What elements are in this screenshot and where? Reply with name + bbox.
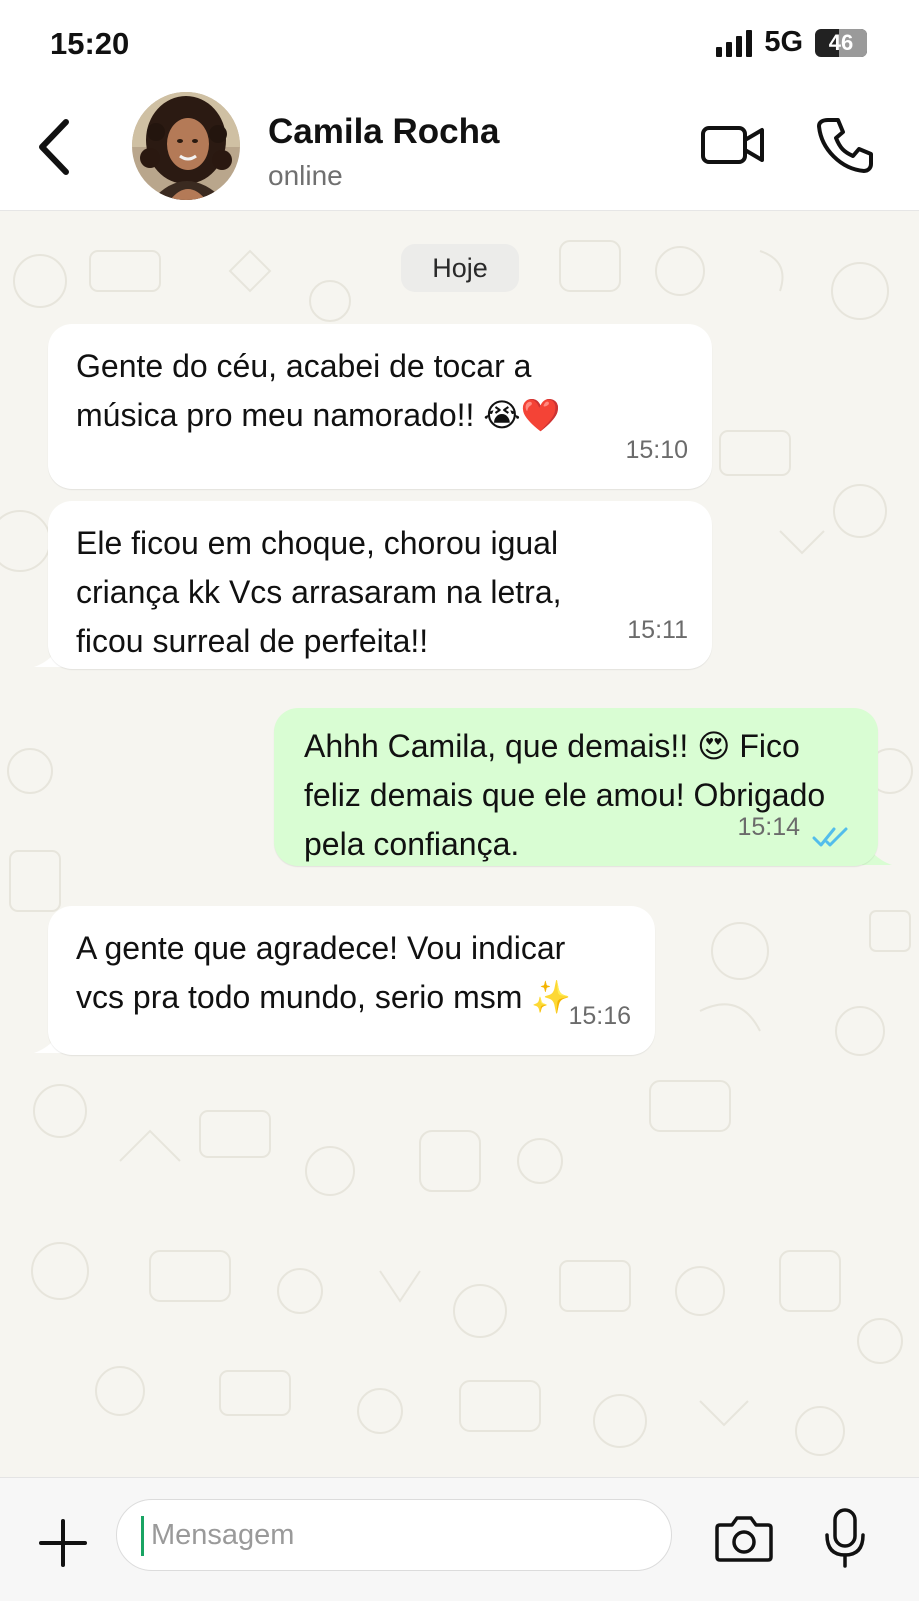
message-bubble-incoming[interactable]: Ele ficou em choque, chorou igual crianç… [48,501,712,669]
contact-name[interactable]: Camila Rocha [268,112,499,152]
status-bar: 15:20 5G 46 [0,0,919,90]
message-text: A gente que agradece! Vou indicar vcs pr… [76,930,572,1015]
microphone-button[interactable] [822,1507,868,1569]
message-bubble-incoming[interactable]: Gente do céu, acabei de tocar a música p… [48,324,712,489]
contact-status: online [268,160,343,191]
chat-area[interactable]: Hoje Gente do céu, acabei de tocar a mús… [0,211,919,1477]
message-time: 15:16 [568,1002,631,1030]
camera-icon [715,1516,773,1562]
text-cursor [141,1516,144,1556]
message-input[interactable] [116,1499,672,1571]
battery-level: 46 [828,29,854,55]
battery-icon: 46 [815,28,867,57]
message-text: Ele ficou em choque, chorou igual crianç… [76,525,562,659]
voice-call-button[interactable] [816,116,874,174]
network-label: 5G [764,26,803,58]
message-bubble-outgoing[interactable]: Ahhh Camila, que demais!! 😍 Fico feliz d… [274,708,878,866]
message-bubble-incoming[interactable]: A gente que agradece! Vou indicar vcs pr… [48,906,655,1055]
message-text: Gente do céu, acabei de tocar a música p… [76,348,561,433]
microphone-icon [825,1508,865,1568]
message-time: 15:11 [627,616,688,644]
status-time: 15:20 [50,26,130,61]
camera-button[interactable] [714,1513,774,1563]
signal-icon [716,29,753,57]
phone-icon [817,118,873,173]
double-check-icon [812,827,848,847]
message-time: 15:14 [737,813,800,841]
avatar[interactable] [132,92,240,200]
avatar-photo [132,92,240,200]
video-camera-icon [701,126,764,164]
input-bar [0,1477,919,1601]
chat-header: Camila Rocha online [0,90,919,211]
back-arrow-icon [39,119,69,175]
message-time: 15:10 [625,436,688,464]
plus-icon [39,1519,87,1567]
date-divider: Hoje [401,244,519,292]
status-indicators: 5G 46 [716,26,867,59]
back-button[interactable] [32,116,80,178]
attach-button[interactable] [38,1518,88,1568]
video-call-button[interactable] [700,120,766,170]
